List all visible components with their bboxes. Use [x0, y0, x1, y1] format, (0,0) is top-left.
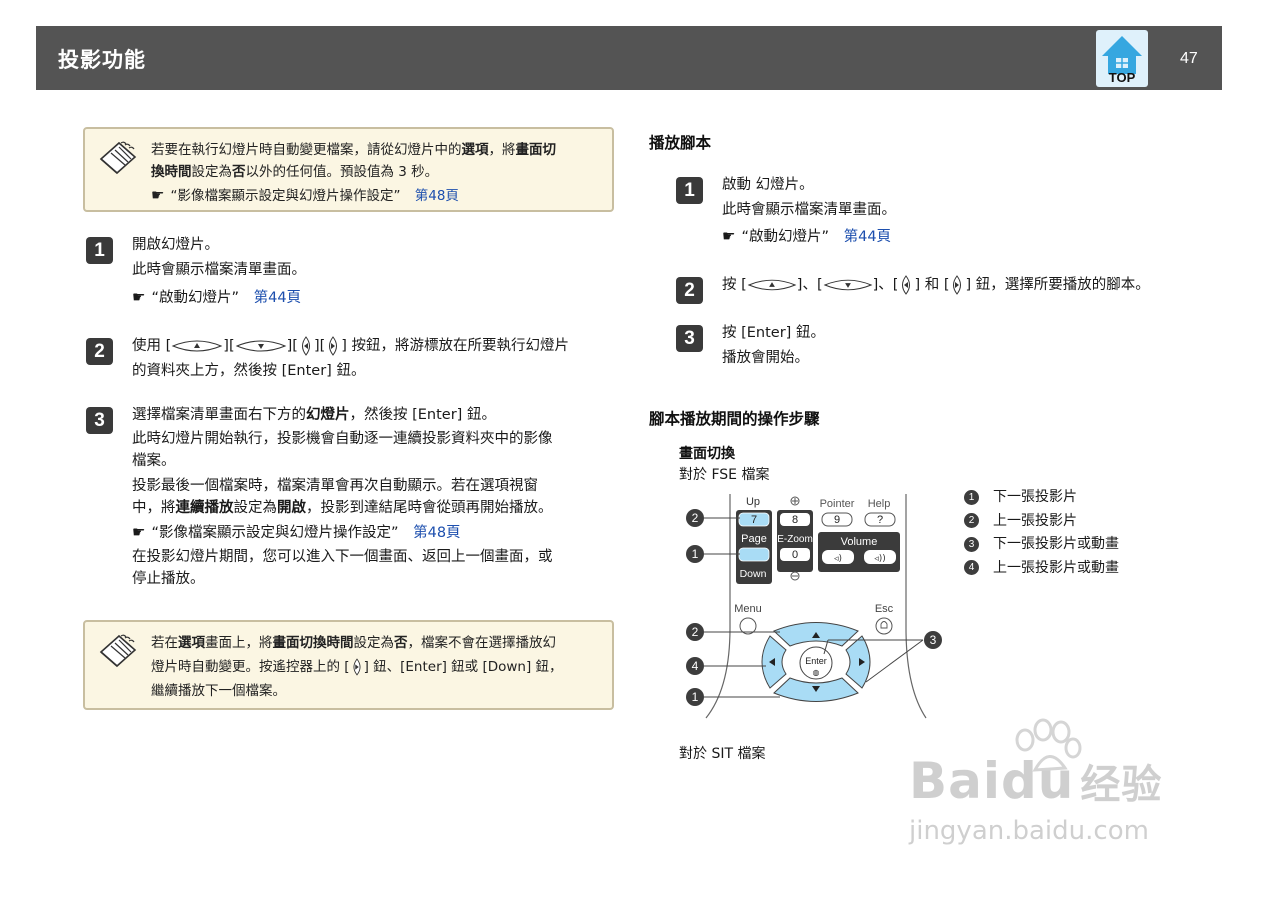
note-text: 若要在執行幻燈片時自動變更檔案，請從幻燈片中的選項，將畫面切 換時間設定為否以外…: [151, 142, 556, 180]
right-key-icon: [953, 275, 962, 295]
watermark: Baidu 经验 jingyan.baidu.com: [905, 718, 1205, 858]
remote-legend: 1 下一張投影片 2 上一張投影片 3 下一張投影片或動畫 4 上一張投影片或動畫: [964, 486, 1119, 580]
step-number-3: 3: [676, 325, 703, 352]
svg-text:4: 4: [692, 659, 699, 673]
subsection-title: 畫面切換: [679, 446, 735, 462]
memo-icon: [99, 141, 137, 175]
page-number: 47: [1180, 50, 1198, 67]
step-number-1: 1: [676, 177, 703, 204]
sit-label: 對於 SIT 檔案: [679, 746, 766, 762]
svg-text:◃)): ◃)): [874, 554, 886, 564]
note-text: 若在選項畫面上，將畫面切換時間設定為否，檔案不會在選擇播放幻 燈片時自動變更。按…: [151, 635, 563, 699]
callout-4-dpad: 4: [686, 657, 704, 675]
pointing-hand-icon: ☛: [722, 227, 736, 245]
callout-2-dpad: 2: [686, 623, 704, 641]
page-up-key-icon: [747, 279, 797, 291]
page-down-key-icon: [235, 340, 286, 352]
pointing-hand-icon: ☛: [151, 186, 165, 204]
step3-reference: ☛ “影像檔案顯示設定與幻燈片操作設定” 第48頁: [132, 523, 461, 541]
page-link[interactable]: 第44頁: [844, 229, 891, 245]
svg-text:2: 2: [692, 511, 699, 525]
top-label: TOP: [1108, 70, 1136, 85]
key-0: 0: [792, 549, 798, 561]
legend-item: 3 下一張投影片或動畫: [964, 533, 1119, 557]
page-header: 投影功能 TOP 47: [36, 26, 1222, 90]
down-label: Down: [740, 568, 767, 580]
right-step1-reference: ☛ “啟動幻燈片” 第44頁: [722, 227, 892, 245]
pointer-label: Pointer: [820, 498, 855, 510]
step-number-2: 2: [676, 277, 703, 304]
callout-2-top: 2: [686, 509, 704, 527]
enter-key: Enter: [805, 656, 827, 666]
memo-icon: [99, 634, 137, 668]
step3-text: 選擇檔案清單畫面右下方的幻燈片，然後按 [Enter] 鈕。 此時幻燈片開始執行…: [132, 407, 553, 516]
svg-text:◍: ◍: [813, 668, 820, 677]
left-key-icon: [301, 336, 310, 356]
page-down-key-icon: [823, 279, 872, 291]
key-8: 8: [792, 514, 798, 526]
callout-1-dpad: 1: [686, 688, 704, 706]
page-up-key-icon: [171, 340, 223, 352]
svg-text:3: 3: [930, 633, 937, 647]
note-box-2: 若在選項畫面上，將畫面切換時間設定為否，檔案不會在選擇播放幻 燈片時自動變更。按…: [83, 620, 614, 710]
pointing-hand-icon: ☛: [132, 523, 146, 541]
top-button[interactable]: TOP: [1096, 30, 1148, 87]
key-9: 9: [834, 514, 840, 526]
step1-reference: ☛ “啟動幻燈片” 第44頁: [132, 288, 302, 306]
page-title: 投影功能: [58, 48, 146, 72]
key-7: 7: [751, 514, 757, 526]
page-link[interactable]: 第44頁: [254, 290, 301, 306]
page-link[interactable]: 第48頁: [413, 525, 460, 541]
fse-label: 對於 FSE 檔案: [679, 467, 770, 483]
ezoom-label: E-Zoom: [777, 534, 813, 545]
callout-1-top: 1: [686, 545, 704, 563]
legend-item: 4 上一張投影片或動畫: [964, 557, 1119, 581]
section-title-play-script: 播放腳本: [649, 134, 712, 152]
step2-text: 使用 [][][][] 按鈕，將游標放在所要執行幻燈片 的資料夾上方，然後按 […: [132, 336, 570, 379]
help-label: Help: [868, 498, 891, 510]
callout-3-dpad: 3: [924, 631, 942, 649]
right-key-icon: [329, 336, 338, 356]
step-number-3: 3: [86, 407, 113, 434]
legend-item: 2 上一張投影片: [964, 510, 1119, 534]
esc-label: Esc: [875, 603, 894, 615]
right-step1-text: 啟動 幻燈片。 此時會顯示檔案清單畫面。: [722, 177, 896, 218]
page-label: Page: [741, 533, 767, 545]
volume-label: Volume: [841, 536, 878, 548]
note-box-1: 若要在執行幻燈片時自動變更檔案，請從幻燈片中的選項，將畫面切 換時間設定為否以外…: [83, 127, 614, 212]
key-help: ?: [877, 514, 883, 526]
svg-text:1: 1: [692, 690, 699, 704]
step1-text: 開啟幻燈片。 此時會顯示檔案清單畫面。: [132, 237, 306, 278]
legend-item: 1 下一張投影片: [964, 486, 1119, 510]
svg-text:1: 1: [692, 547, 699, 561]
step-number-1: 1: [86, 237, 113, 264]
remote-control-diagram: Up Pointer Help 7 Page Down 8 E-Zoom 0 9…: [686, 494, 942, 719]
section-title-operations: 腳本播放期間的操作步驟: [649, 410, 820, 428]
up-label: Up: [746, 496, 760, 508]
step3-extra-text: 在投影幻燈片期間，您可以進入下一個畫面、返回上一個畫面，或 停止播放。: [132, 549, 553, 587]
menu-label: Menu: [734, 603, 762, 615]
step-number-2: 2: [86, 338, 113, 365]
svg-text:◃): ◃): [834, 554, 842, 564]
home-icon: [1102, 36, 1142, 74]
note-reference: ☛ “影像檔案顯示設定與幻燈片操作設定” 第48頁: [151, 186, 459, 204]
left-key-icon: [902, 275, 911, 295]
right-step2-text: 按 []、[]、[] 和 [] 鈕，選擇所要播放的腳本。: [722, 275, 1150, 295]
right-step3-text: 按 [Enter] 鈕。 播放會開始。: [722, 325, 825, 366]
pointing-hand-icon: ☛: [132, 288, 146, 306]
svg-text:2: 2: [692, 625, 699, 639]
right-key-icon: [353, 658, 361, 676]
page-link[interactable]: 第48頁: [415, 188, 459, 204]
